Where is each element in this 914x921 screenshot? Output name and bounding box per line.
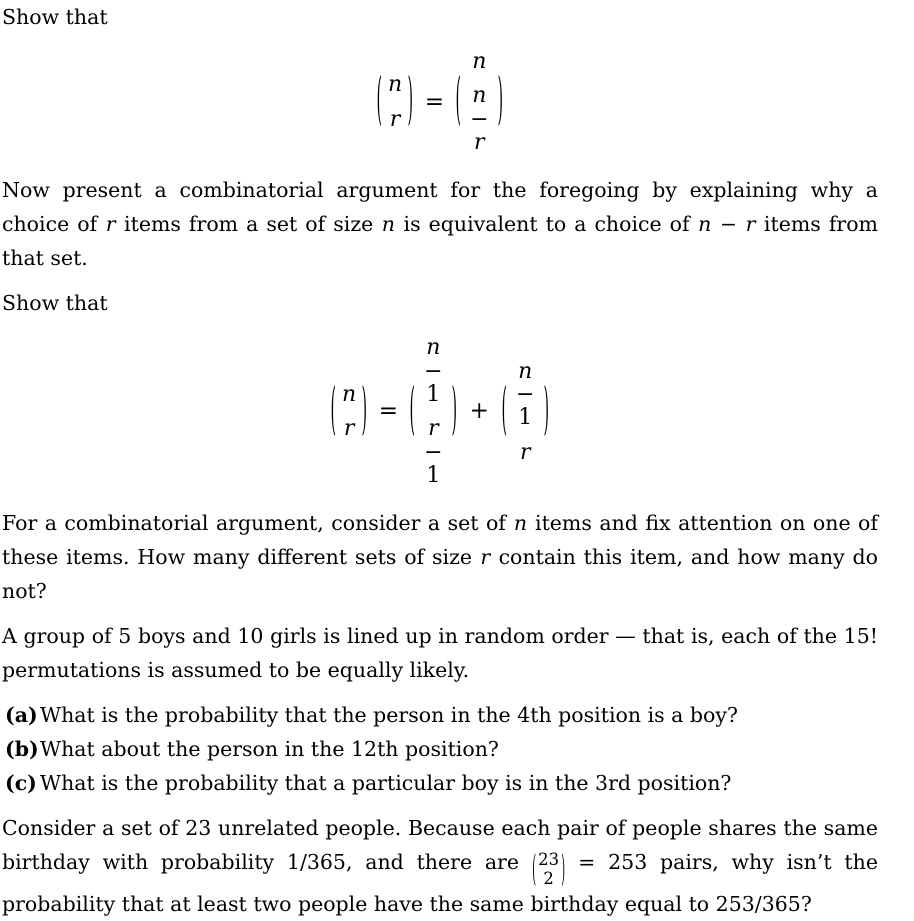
right-paren-icon: ) xyxy=(497,68,503,133)
math-variable-n: n xyxy=(513,511,528,536)
paragraph-birthday-problem: Consider a set of 23 unrelated people. B… xyxy=(2,816,878,916)
plus-sign: + xyxy=(469,398,489,425)
list-item: (a) What is the probability that the per… xyxy=(2,698,878,732)
binomial-bottom: r xyxy=(520,439,531,465)
left-paren-icon: ( xyxy=(409,378,416,443)
paragraph-combinatorial-argument-1: Now present a combinatorial argument for… xyxy=(2,178,878,271)
document-page: Show that ( n r ) = ( n n − r ) Now pres… xyxy=(0,0,914,916)
equation-pascals-rule: ( n r ) = ( n −1 r −1 ) + ( n −1 r) xyxy=(2,336,878,487)
left-paren-icon: ( xyxy=(376,68,383,133)
paragraph-group-permutations: A group of 5 boys and 10 girls is lined … xyxy=(2,624,878,683)
left-paren-icon: ( xyxy=(532,847,536,889)
math-variable-n: n xyxy=(698,212,712,237)
binomial-top: n xyxy=(387,72,403,98)
binomial-bottom: r xyxy=(343,416,355,442)
left-paren-icon: ( xyxy=(331,378,337,443)
inline-binomial-23-choose-2: (23 2) xyxy=(532,847,566,889)
list-item-label: (c) xyxy=(5,771,37,796)
math-variable-r: r xyxy=(105,212,116,237)
binomial-top: n −1 xyxy=(424,335,443,407)
left-paren-icon: ( xyxy=(455,68,461,133)
equals-sign: = xyxy=(378,398,399,425)
binomial-n-minus-1-choose-r-minus-1: ( n −1 r −1 ) xyxy=(409,336,458,487)
show-that-line-2: Show that xyxy=(2,291,108,316)
math-variable-n: n xyxy=(381,212,395,237)
question-list: (a) What is the probability that the per… xyxy=(2,698,878,800)
list-item: (c) What is the probability that a parti… xyxy=(2,766,878,800)
equation-binomial-symmetry: ( n r ) = ( n n − r ) xyxy=(2,49,878,155)
list-item: (b) What about the person in the 12th po… xyxy=(2,732,878,766)
equation-2-row: ( n r ) = ( n −1 r −1 ) + ( n −1 r) xyxy=(330,336,549,487)
binomial-top: n −1 xyxy=(516,358,535,431)
binomial-n-choose-r: ( n r ) xyxy=(330,378,368,443)
binomial-bottom: n − r xyxy=(470,83,489,155)
right-paren-icon: ) xyxy=(451,378,458,443)
right-paren-icon: ) xyxy=(543,378,549,443)
binomial-n-choose-n-minus-r: ( n n − r ) xyxy=(455,49,504,155)
binomial-n-choose-r: ( n r ) xyxy=(376,73,413,131)
list-item-text: What about the person in the 12th positi… xyxy=(40,737,499,762)
equation-1-row: ( n r ) = ( n n − r ) xyxy=(376,49,504,155)
binomial-bottom: r xyxy=(389,106,401,132)
list-item-label: (b) xyxy=(5,737,39,762)
math-variable-r: r xyxy=(745,212,756,237)
list-item-text: What is the probability that the person … xyxy=(40,703,738,728)
right-paren-icon: ) xyxy=(361,378,368,443)
right-paren-icon: ) xyxy=(407,68,414,133)
list-item-text: What is the probability that a particula… xyxy=(40,771,732,796)
binomial-top: 23 xyxy=(538,850,560,870)
binomial-top: n xyxy=(472,49,487,74)
binomial-bottom: 2 xyxy=(543,868,554,888)
binomial-top: n xyxy=(342,381,357,407)
right-paren-icon: ) xyxy=(561,847,566,889)
equals-sign: = xyxy=(424,88,444,115)
binomial-n-minus-1-choose-r: ( n −1 r ) xyxy=(501,358,550,465)
paragraph-combinatorial-argument-2: For a combinatorial argument, consider a… xyxy=(2,511,878,604)
binomial-bottom: r −1 xyxy=(424,416,443,488)
list-item-label: (a) xyxy=(5,703,38,728)
left-paren-icon: ( xyxy=(501,378,507,443)
math-variable-r: r xyxy=(480,545,491,570)
show-that-line-1: Show that xyxy=(2,5,108,29)
